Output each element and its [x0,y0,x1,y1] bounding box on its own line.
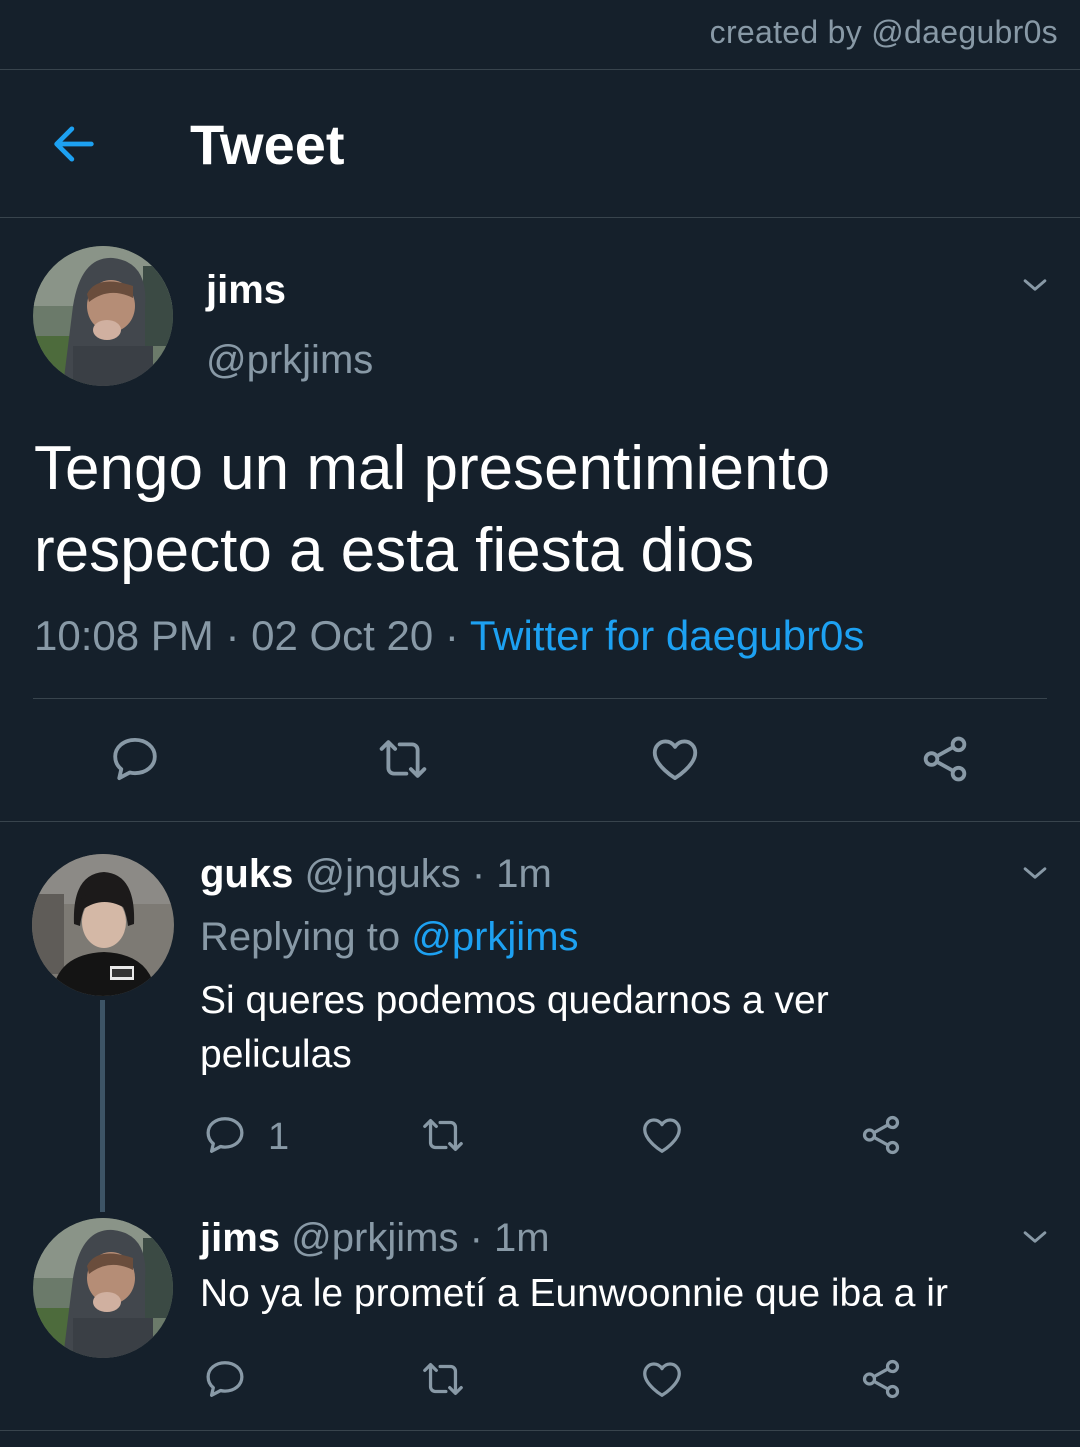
share-icon [858,1112,904,1158]
tweet-text-line: respecto a esta fiesta dios [34,516,755,585]
arrow-left-icon [54,126,94,162]
reply-button[interactable] [108,732,162,786]
avatar-photo [33,246,173,386]
like-button[interactable] [639,1112,685,1158]
main-author-handle[interactable]: @prkjims [206,338,373,383]
retweet-button[interactable] [420,1112,466,1158]
reply-author-name[interactable]: jims [200,1216,280,1260]
reply-author-handle[interactable]: @prkjims [291,1216,458,1260]
avatar-reply-1[interactable] [32,854,174,996]
like-button[interactable] [639,1356,685,1402]
reply-icon [202,1356,248,1402]
reply-header: guks @jnguks · 1m [200,852,829,897]
retweet-button[interactable] [376,732,430,786]
like-icon [648,732,702,786]
chevron-down-icon [1018,856,1052,890]
replying-to-link[interactable]: @prkjims [411,915,578,959]
share-icon [858,1356,904,1402]
tweet-date: 02 Oct 20 [251,612,434,659]
replying-to: Replying to @prkjims [200,915,829,960]
reply-icon [202,1112,248,1158]
reply-author-name[interactable]: guks [200,852,293,896]
reply-header: jims @prkjims · 1m [200,1216,948,1261]
share-button[interactable] [858,1112,904,1158]
reply-icon [108,732,162,786]
tweet-meta: 10:08 PM · 02 Oct 20 · Twitter for daegu… [34,612,864,660]
tweet-time: 10:08 PM [34,612,214,659]
tweet-source-link[interactable]: Twitter for daegubr0s [470,612,865,659]
separator: · [225,612,240,659]
chevron-down-icon [1018,1220,1052,1254]
page-title: Tweet [190,113,345,176]
retweet-button[interactable] [420,1356,466,1402]
separator: · [444,612,459,659]
tweet-options-button[interactable] [1018,268,1052,302]
reply-count: 1 [268,1116,290,1158]
retweet-icon [420,1112,466,1158]
reply-text-line: peliculas [200,1033,352,1076]
like-button[interactable] [648,732,702,786]
retweet-icon [376,732,430,786]
reply-author-handle[interactable]: @jnguks [304,852,460,896]
reply-options-button[interactable] [1018,1220,1052,1254]
share-button[interactable] [918,732,972,786]
share-icon [918,732,972,786]
watermark-credit: created by @daegubr0s [709,14,1058,50]
thread-connector [100,1000,105,1212]
share-button[interactable] [858,1356,904,1402]
avatar-photo [32,854,174,996]
like-icon [639,1356,685,1402]
actions-divider [0,821,1080,822]
reply-time: 1m [494,1216,550,1260]
reply-tweet-1[interactable]: guks @jnguks · 1m Replying to @prkjims S… [200,852,829,1082]
reply-button[interactable] [202,1112,248,1158]
reply-tweet-2[interactable]: jims @prkjims · 1m No ya le prometí a Eu… [200,1216,948,1321]
avatar-main[interactable] [33,246,173,386]
tweet-text-line: Tengo un mal presentimiento [34,434,831,503]
reply-options-button[interactable] [1018,856,1052,890]
bottom-divider [0,1430,1080,1431]
separator: · [471,852,486,896]
header-divider [0,217,1080,218]
back-button[interactable] [48,118,100,170]
reply-text-line: Si queres podemos quedarnos a ver [200,979,829,1022]
reply-text: No ya le prometí a Eunwoonnie que iba a … [200,1272,948,1315]
avatar-photo [33,1218,173,1358]
tweet-text: Tengo un mal presentimiento respecto a e… [34,428,1044,592]
retweet-icon [420,1356,466,1402]
reply-time: 1m [496,852,552,896]
reply-text: Si queres podemos quedarnos a ver pelicu… [200,974,829,1082]
like-icon [639,1112,685,1158]
meta-divider [33,698,1047,699]
separator: · [469,1216,483,1260]
chevron-down-icon [1018,268,1052,302]
main-author-name[interactable]: jims [206,268,286,313]
avatar-reply-2[interactable] [33,1218,173,1358]
reply-button[interactable] [202,1356,248,1402]
top-divider [0,69,1080,70]
replying-to-prefix: Replying to [200,915,401,959]
